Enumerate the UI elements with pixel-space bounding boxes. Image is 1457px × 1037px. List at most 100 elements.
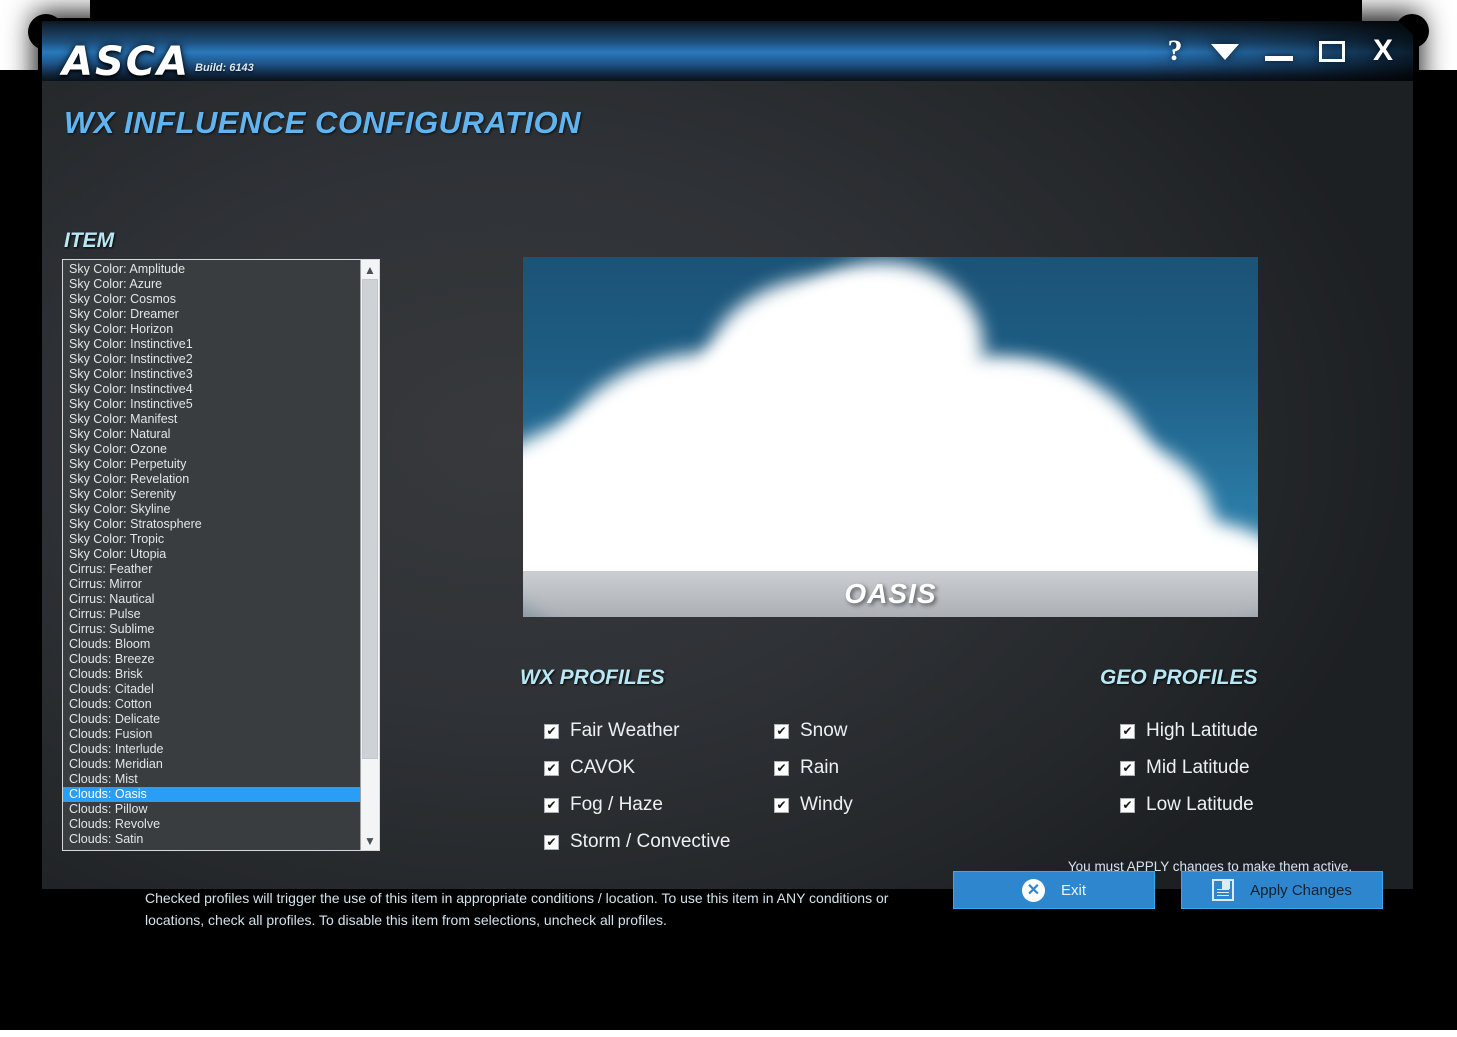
checkbox-icon[interactable] (774, 723, 789, 739)
list-item[interactable]: Cirrus: Nautical (63, 592, 360, 607)
checkbox-label: Snow (800, 720, 848, 741)
list-item[interactable]: Sky Color: Dreamer (63, 307, 360, 322)
floppy-disk-icon (1212, 879, 1235, 901)
checkbox-icon[interactable] (544, 723, 559, 739)
list-item[interactable]: Clouds: Breeze (63, 652, 360, 667)
list-item[interactable]: Sky Color: Serenity (63, 487, 360, 502)
cloud-preview-image: OASIS (523, 257, 1258, 617)
checkbox-row[interactable]: Snow (774, 720, 848, 742)
checkbox-label: Storm / Convective (570, 831, 731, 852)
list-item[interactable]: Sky Color: Tropic (63, 532, 360, 547)
list-item[interactable]: Clouds: Cotton (63, 697, 360, 712)
list-item[interactable]: Sky Color: Skyline (63, 502, 360, 517)
checkbox-icon[interactable] (544, 797, 559, 813)
checkbox-icon[interactable] (774, 760, 789, 776)
checkbox-icon[interactable] (544, 834, 559, 850)
list-item[interactable]: Cirrus: Feather (63, 562, 360, 577)
exit-button[interactable]: ✕ Exit (953, 871, 1155, 909)
list-item[interactable]: Clouds: Meridian (63, 757, 360, 772)
exit-button-label: Exit (1060, 881, 1086, 899)
list-item[interactable]: Clouds: Citadel (63, 682, 360, 697)
scroll-up-icon[interactable]: ▲ (361, 260, 379, 279)
title-bar[interactable]: ASCA Build: 6143 ? X (42, 21, 1413, 81)
item-listbox[interactable]: Sky Color: Amplitude Sky Color: Azure Sky … (62, 259, 380, 851)
list-item[interactable]: Sky Color: Revelation (63, 472, 360, 487)
app-logo: ASCA (62, 39, 191, 81)
list-item[interactable]: Sky Color: Azure (63, 277, 360, 292)
window-controls: ? X (1165, 21, 1395, 81)
maximize-icon[interactable] (1319, 40, 1345, 62)
list-item[interactable]: Sky Color: Instinctive4 (63, 382, 360, 397)
close-circle-icon: ✕ (1021, 878, 1045, 902)
checkbox-label: Low Latitude (1146, 794, 1254, 815)
checkbox-row[interactable]: Fair Weather (544, 720, 679, 742)
item-section-label: ITEM (64, 229, 115, 252)
apply-changes-button[interactable]: Apply Changes (1181, 871, 1383, 909)
window-body: WX INFLUENCE CONFIGURATION ITEM Sky Colo… (42, 81, 1413, 928)
checkbox-label: Rain (800, 757, 840, 778)
chevron-down-icon[interactable] (1211, 42, 1239, 60)
list-item[interactable]: Sky Color: Cosmos (63, 292, 360, 307)
checkbox-icon[interactable] (1120, 723, 1135, 739)
checkbox-row[interactable]: Fog / Haze (544, 794, 663, 816)
checkbox-row[interactable]: Storm / Convective (544, 831, 731, 853)
checkbox-row[interactable]: Low Latitude (1120, 794, 1254, 816)
list-item[interactable]: Sky Color: Instinctive3 (63, 367, 360, 382)
list-scrollbar[interactable]: ▲ ▼ (360, 260, 379, 850)
build-number: Build: 6143 (195, 62, 254, 74)
item-list[interactable]: Sky Color: Amplitude Sky Color: Azure Sky … (63, 260, 360, 850)
checkbox-label: Fair Weather (570, 720, 680, 741)
checkbox-icon[interactable] (774, 797, 789, 813)
desktop-artifact-bottom (0, 1030, 1457, 1037)
help-icon[interactable]: ? (1165, 34, 1185, 68)
close-icon[interactable]: X (1371, 34, 1395, 68)
checkbox-row[interactable]: Rain (774, 757, 839, 779)
list-item[interactable]: Sky Color: Instinctive2 (63, 352, 360, 367)
list-item[interactable]: Clouds: Bloom (63, 637, 360, 652)
help-text: Checked profiles will trigger the use of… (145, 890, 889, 928)
list-item[interactable]: Sky Color: Amplitude (63, 262, 360, 277)
checkbox-icon[interactable] (1120, 760, 1135, 776)
checkbox-label: Windy (800, 794, 853, 815)
list-item[interactable]: Sky Color: Manifest (63, 412, 360, 427)
list-item[interactable]: Cirrus: Mirror (63, 577, 360, 592)
list-item[interactable]: Clouds: Oasis (63, 787, 360, 802)
checkbox-label: CAVOK (570, 757, 636, 778)
list-item[interactable]: Cirrus: Pulse (63, 607, 360, 622)
list-item[interactable]: Clouds: Mist (63, 772, 360, 787)
list-item[interactable]: Sky Color: Instinctive1 (63, 337, 360, 352)
page-title: WX INFLUENCE CONFIGURATION (64, 105, 582, 140)
minimize-icon[interactable] (1265, 42, 1293, 61)
list-item[interactable]: Cirrus: Sublime (63, 622, 360, 637)
list-item[interactable]: Clouds: Delicate (63, 712, 360, 727)
list-item[interactable]: Sky Color: Instinctive5 (63, 397, 360, 412)
list-item[interactable]: Clouds: Revolve (63, 817, 360, 832)
list-item[interactable]: Sky Color: Ozone (63, 442, 360, 457)
corner-cut-decoration (1399, 21, 1413, 35)
checkbox-label: High Latitude (1146, 720, 1258, 741)
scroll-down-icon[interactable]: ▼ (361, 831, 379, 850)
list-item[interactable]: Sky Color: Natural (63, 427, 360, 442)
list-item[interactable]: Sky Color: Horizon (63, 322, 360, 337)
list-item[interactable]: Clouds: Brisk (63, 667, 360, 682)
list-item[interactable]: Clouds: Interlude (63, 742, 360, 757)
list-item[interactable]: Sky Color: Perpetuity (63, 457, 360, 472)
scrollbar-track[interactable] (361, 279, 379, 831)
application-window: ASCA Build: 6143 ? X WX INFLUENCE CONFIG… (42, 21, 1413, 928)
scrollbar-thumb[interactable] (362, 279, 378, 760)
preview-caption: OASIS (844, 578, 937, 609)
list-item[interactable]: Sky Color: Stratosphere (63, 517, 360, 532)
checkbox-row[interactable]: Mid Latitude (1120, 757, 1250, 779)
list-item[interactable]: Clouds: Satin (63, 832, 360, 847)
geo-profiles-label: GEO PROFILES (1100, 666, 1258, 689)
list-item[interactable]: Sky Color: Utopia (63, 547, 360, 562)
checkbox-row[interactable]: CAVOK (544, 757, 635, 779)
checkbox-icon[interactable] (544, 760, 559, 776)
checkbox-row[interactable]: High Latitude (1120, 720, 1258, 742)
list-item[interactable]: Clouds: Pillow (63, 802, 360, 817)
checkbox-icon[interactable] (1120, 797, 1135, 813)
checkbox-row[interactable]: Windy (774, 794, 853, 816)
checkbox-label: Fog / Haze (570, 794, 663, 815)
apply-button-label: Apply Changes (1250, 881, 1352, 899)
list-item[interactable]: Clouds: Fusion (63, 727, 360, 742)
